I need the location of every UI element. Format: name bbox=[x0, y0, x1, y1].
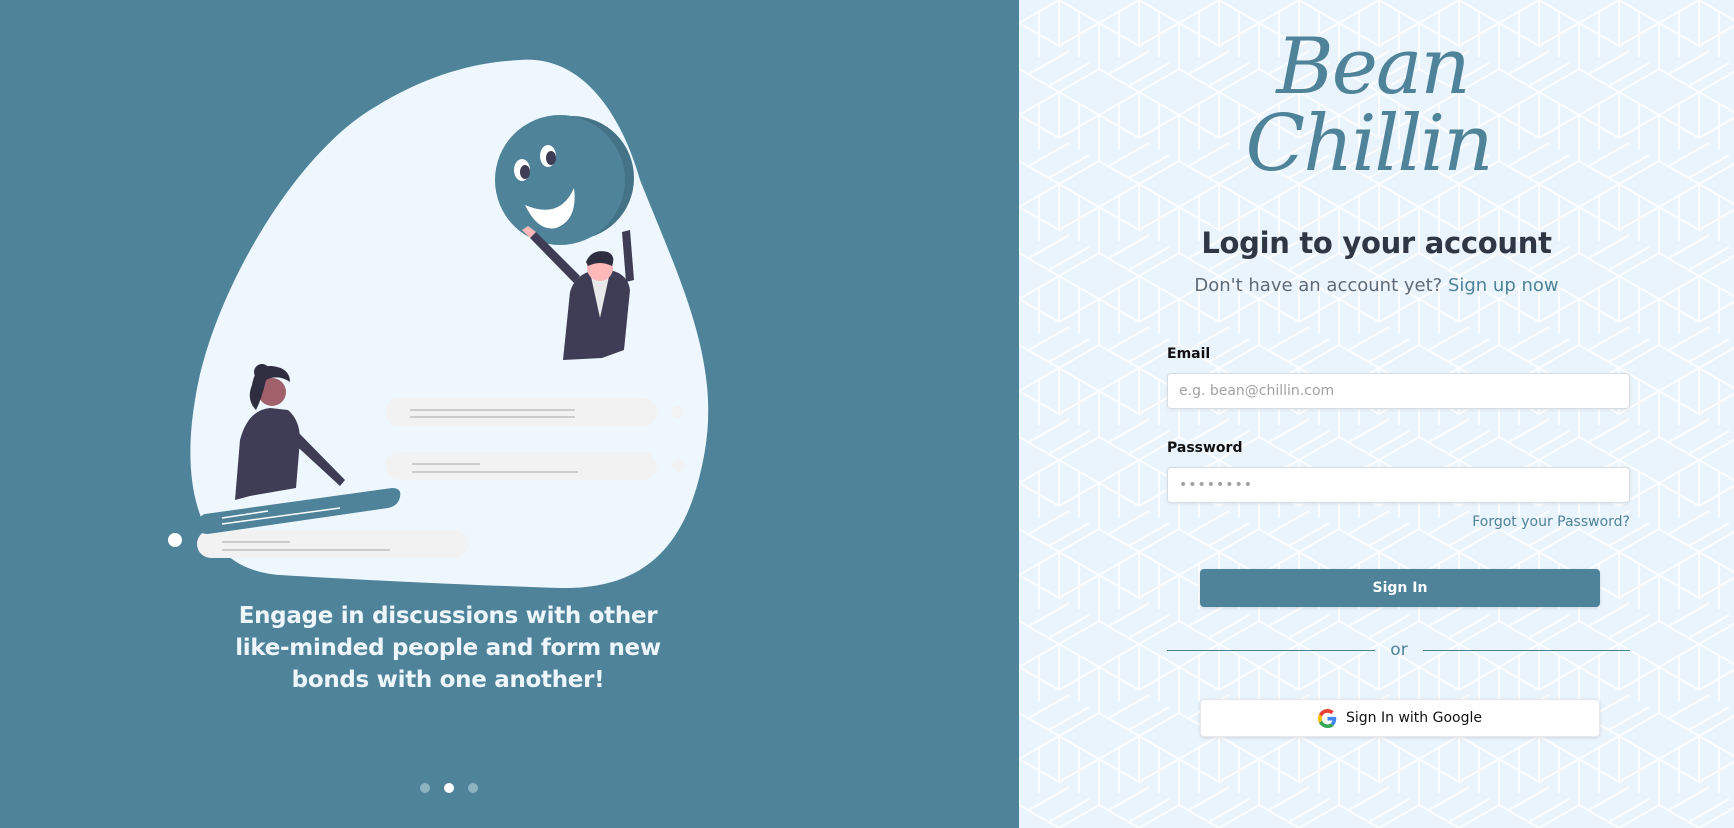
divider-left bbox=[1167, 650, 1375, 651]
chat-bubble bbox=[385, 398, 657, 426]
login-panel: Bean Chillin Login to your account Don't… bbox=[1019, 0, 1734, 828]
carousel-dots bbox=[420, 783, 478, 793]
carousel-caption: Engage in discussions with other like-mi… bbox=[235, 603, 661, 693]
chat-bubble bbox=[197, 530, 469, 558]
onboarding-panel: Engage in discussions with other like-mi… bbox=[0, 0, 1019, 828]
page-title: Login to your account bbox=[1201, 226, 1552, 260]
logo-line-2: Chillin bbox=[1245, 99, 1494, 189]
divider-right bbox=[1423, 650, 1630, 651]
signup-link[interactable]: Sign up now bbox=[1448, 275, 1559, 296]
password-label: Password bbox=[1167, 440, 1243, 456]
login-form: Bean Chillin Login to your account Don't… bbox=[1019, 0, 1734, 828]
email-field[interactable] bbox=[1167, 373, 1630, 409]
password-field[interactable] bbox=[1167, 467, 1630, 503]
carousel-dot-1[interactable] bbox=[420, 783, 430, 793]
carousel-dot-2[interactable] bbox=[444, 783, 454, 793]
sign-in-button[interactable]: Sign In bbox=[1200, 569, 1600, 607]
divider-or-text: or bbox=[1390, 640, 1408, 660]
forgot-password-link[interactable]: Forgot your Password? bbox=[1167, 514, 1630, 530]
signup-prompt: Don't have an account yet? Sign up now bbox=[1019, 275, 1734, 296]
logo-line-1: Bean bbox=[1276, 22, 1470, 112]
discussion-illustration bbox=[168, 59, 709, 589]
google-button-label: Sign In with Google bbox=[1346, 710, 1482, 726]
signup-prompt-text: Don't have an account yet? bbox=[1194, 275, 1443, 296]
carousel-dot-3[interactable] bbox=[468, 783, 478, 793]
chat-bubble bbox=[385, 452, 657, 480]
email-label: Email bbox=[1167, 346, 1211, 362]
google-icon bbox=[1318, 708, 1337, 728]
google-sign-in-button[interactable]: Sign In with Google bbox=[1200, 699, 1600, 737]
